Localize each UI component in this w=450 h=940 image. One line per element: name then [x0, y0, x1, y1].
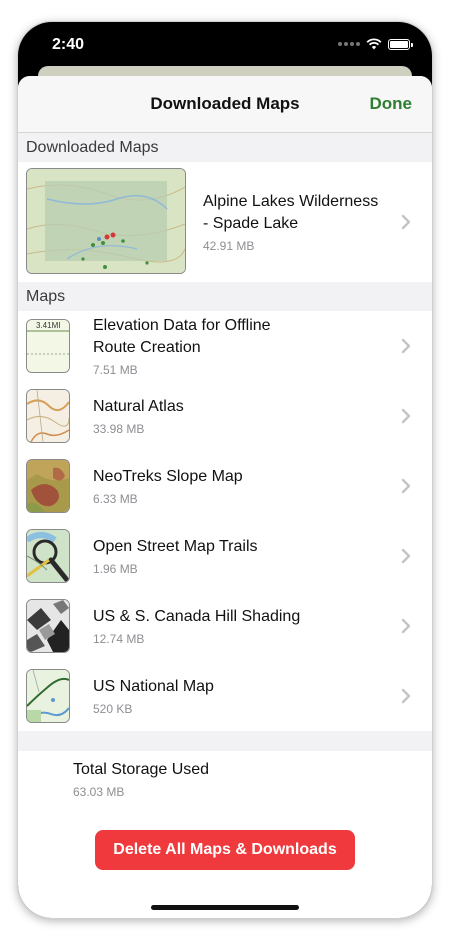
- chevron-right-icon: [401, 338, 411, 354]
- map-size: 1.96 MB: [93, 562, 138, 576]
- map-size: 520 KB: [93, 702, 133, 716]
- navigation-bar: Downloaded Maps Done: [18, 76, 432, 133]
- map-text: NeoTreks Slope Map 6.33 MB: [93, 466, 243, 506]
- map-size: 12.74 MB: [93, 632, 145, 646]
- map-text: US & S. Canada Hill Shading 12.74 MB: [93, 606, 300, 646]
- map-size: 33.98 MB: [93, 422, 145, 436]
- map-text: Open Street Map Trails 1.96 MB: [93, 536, 258, 576]
- elevation-profile-icon: 3.41MI: [26, 319, 70, 373]
- status-bar: 2:40: [18, 22, 432, 68]
- battery-icon: [388, 38, 413, 50]
- list-item-alpine-lakes[interactable]: Alpine Lakes Wilderness - Spade Lake 42.…: [18, 162, 432, 282]
- chevron-right-icon: [401, 214, 411, 230]
- map-title: US National Map: [93, 678, 214, 695]
- done-button[interactable]: Done: [370, 94, 413, 114]
- featured-size: 42.91 MB: [203, 239, 255, 253]
- list-item-natural-atlas[interactable]: Natural Atlas 33.98 MB: [18, 381, 432, 451]
- hill-shading-thumbnail: [26, 599, 70, 653]
- chevron-right-icon: [401, 618, 411, 634]
- wifi-icon: [366, 38, 382, 50]
- storage-value: 63.03 MB: [73, 785, 125, 799]
- map-title: Open Street Map Trails: [93, 538, 258, 555]
- featured-title-line1: Alpine Lakes Wilderness: [203, 193, 379, 210]
- map-size: 7.51 MB: [93, 363, 138, 377]
- map-title-line1: Elevation Data for Offline: [93, 317, 271, 334]
- map-text: Natural Atlas 33.98 MB: [93, 396, 184, 436]
- natural-atlas-thumbnail: [26, 389, 70, 443]
- cellular-signal-icon: [338, 42, 360, 46]
- map-size: 6.33 MB: [93, 492, 138, 506]
- section-spacer: [18, 731, 432, 751]
- map-text: Elevation Data for Offline Route Creatio…: [93, 315, 271, 377]
- map-title: US & S. Canada Hill Shading: [93, 608, 301, 625]
- list-item-hill-shading[interactable]: US & S. Canada Hill Shading 12.74 MB: [18, 591, 432, 661]
- storage-title: Total Storage Used: [73, 761, 210, 778]
- featured-text: Alpine Lakes Wilderness - Spade Lake 42.…: [203, 191, 403, 253]
- map-text: US National Map 520 KB: [93, 676, 214, 716]
- slope-map-thumbnail: [26, 459, 70, 513]
- list-item-national-map[interactable]: US National Map 520 KB: [18, 661, 432, 731]
- list-item-elevation-data[interactable]: 3.41MI Elevation Data for Offline Route …: [18, 311, 432, 381]
- home-indicator: [151, 905, 299, 910]
- status-icons: [338, 38, 413, 50]
- map-title: Natural Atlas: [93, 398, 184, 415]
- chevron-right-icon: [401, 688, 411, 704]
- chevron-right-icon: [401, 478, 411, 494]
- delete-all-button[interactable]: Delete All Maps & Downloads: [95, 830, 355, 870]
- map-title-line2: Route Creation: [93, 339, 201, 356]
- phone-frame: 2:40 Downloaded Maps Done Downloaded Map…: [18, 22, 432, 918]
- national-map-thumbnail: [26, 669, 70, 723]
- map-title: NeoTreks Slope Map: [93, 468, 243, 485]
- elevation-thumb-label: 3.41MI: [36, 321, 61, 330]
- alpine-lakes-map-thumbnail: [26, 168, 186, 274]
- featured-title-line2: - Spade Lake: [203, 215, 299, 232]
- status-time: 2:40: [52, 36, 85, 53]
- chevron-right-icon: [401, 408, 411, 424]
- section-header-downloaded-maps: Downloaded Maps: [18, 133, 432, 162]
- total-storage-row: Total Storage Used 63.03 MB: [18, 751, 432, 823]
- list-item-neotreks-slope[interactable]: NeoTreks Slope Map 6.33 MB: [18, 451, 432, 521]
- section-header-maps: Maps: [18, 282, 432, 311]
- downloaded-maps-sheet: Downloaded Maps Done Downloaded Maps Alp…: [18, 76, 432, 918]
- list-item-osm-trails[interactable]: Open Street Map Trails 1.96 MB: [18, 521, 432, 591]
- osm-trails-thumbnail: [26, 529, 70, 583]
- chevron-right-icon: [401, 548, 411, 564]
